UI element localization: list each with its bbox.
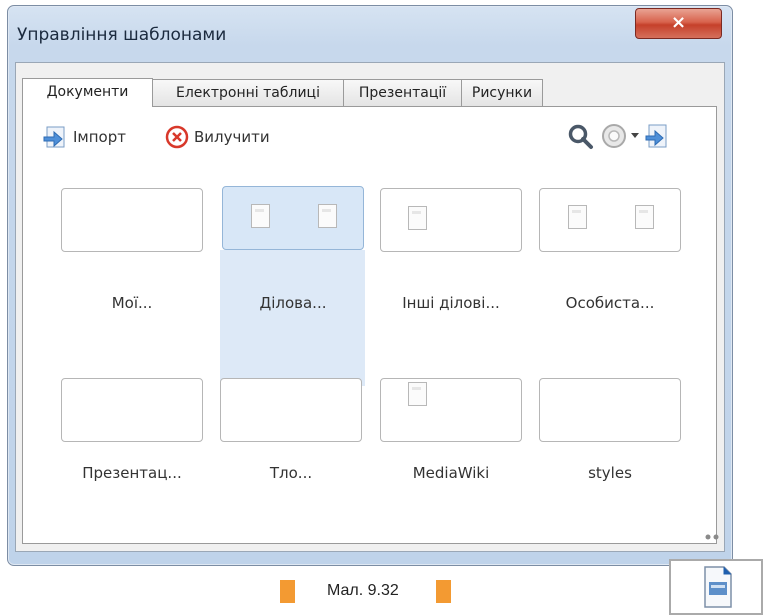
folder-label[interactable]: styles bbox=[530, 464, 690, 482]
close-button[interactable]: × bbox=[635, 8, 722, 39]
window-title: Управління шаблонами bbox=[17, 25, 227, 45]
import-label: Імпорт bbox=[73, 128, 126, 146]
import-icon bbox=[43, 126, 65, 148]
delete-label: Вилучити bbox=[194, 128, 270, 146]
page-icon bbox=[408, 206, 427, 230]
page-icon bbox=[251, 204, 270, 228]
folder-thumbnail[interactable] bbox=[539, 188, 681, 252]
page-icon bbox=[568, 205, 587, 229]
folder-label[interactable]: Мої... bbox=[52, 294, 212, 312]
page-icon bbox=[318, 204, 337, 228]
folder-label[interactable]: Інші ділові... bbox=[371, 294, 531, 312]
selection-highlight bbox=[220, 250, 365, 386]
tab-presentations[interactable]: Презентації bbox=[343, 79, 462, 106]
folder-thumbnail[interactable] bbox=[220, 378, 362, 442]
folder-thumbnail[interactable] bbox=[380, 378, 522, 442]
tab-documents[interactable]: Документи bbox=[22, 78, 153, 107]
caption-marker-left bbox=[280, 580, 295, 603]
template-manager-icon bbox=[669, 559, 763, 615]
template-manager-window: Управління шаблонами × Документи Електро… bbox=[7, 5, 733, 566]
folder-thumbnail[interactable] bbox=[539, 378, 681, 442]
folder-label[interactable]: MediaWiki bbox=[371, 464, 531, 482]
settings-icon[interactable] bbox=[601, 123, 627, 149]
folder-label[interactable]: Тло... bbox=[211, 464, 371, 482]
folder-thumbnail[interactable] bbox=[222, 186, 364, 250]
page-icon bbox=[635, 205, 654, 229]
folder-thumbnail[interactable] bbox=[61, 378, 203, 442]
document-icon bbox=[704, 566, 732, 608]
resize-grip-icon[interactable] bbox=[699, 530, 727, 544]
folder-label[interactable]: Презентац... bbox=[52, 464, 212, 482]
export-icon[interactable] bbox=[644, 124, 668, 148]
tab-spreadsheets[interactable]: Електронні таблиці bbox=[152, 79, 344, 106]
page-icon bbox=[408, 382, 427, 406]
folder-label[interactable]: Ділова... bbox=[213, 294, 373, 312]
search-icon[interactable] bbox=[567, 123, 595, 151]
folder-label[interactable]: Особиста... bbox=[530, 294, 690, 312]
delete-icon bbox=[165, 125, 189, 149]
delete-button[interactable]: Вилучити bbox=[165, 124, 270, 150]
template-panel: Імпорт Вилучити Мої... Ділова... Інші ді… bbox=[22, 106, 717, 544]
dialog-body: Документи Електронні таблиці Презентації… bbox=[15, 62, 725, 552]
dropdown-arrow-icon[interactable] bbox=[631, 133, 639, 139]
tab-drawings[interactable]: Рисунки bbox=[461, 79, 543, 106]
caption-marker-right bbox=[436, 580, 451, 603]
folder-thumbnail[interactable] bbox=[61, 188, 203, 252]
figure-caption: Мал. 9.32 bbox=[327, 582, 399, 599]
import-button[interactable]: Імпорт bbox=[43, 124, 126, 150]
folder-thumbnail[interactable] bbox=[380, 188, 522, 252]
